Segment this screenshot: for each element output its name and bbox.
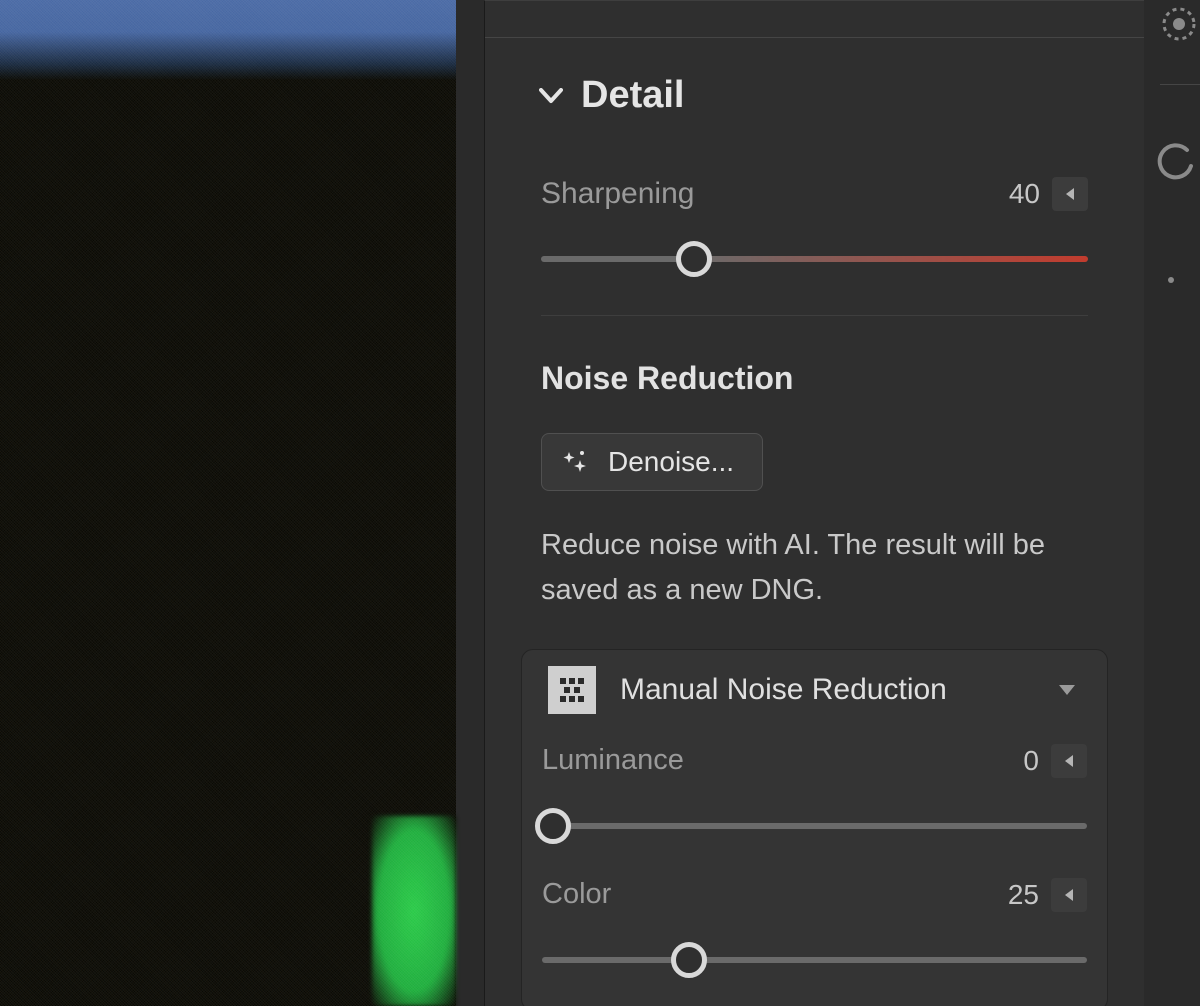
image-preview[interactable] [0,0,456,1006]
luminance-disclosure-button[interactable] [1051,744,1087,778]
sharpening-thumb[interactable] [676,241,712,277]
sparkle-icon [560,448,590,476]
triangle-left-icon [1063,753,1075,769]
luminance-thumb[interactable] [535,808,571,844]
sharpening-track [541,256,1088,262]
chevron-down-icon [539,88,563,104]
manual-expand-button[interactable] [1053,676,1081,704]
luminance-track [542,823,1087,829]
denoise-button-label: Denoise... [608,446,734,478]
masking-tool-icon[interactable] [1157,4,1197,44]
color-nr-slider[interactable] [542,942,1087,978]
noise-grid-icon [548,666,596,714]
preview-noise-overlay [0,0,456,1006]
luminance-value[interactable]: 0 [1023,745,1039,777]
triangle-left-icon [1064,186,1076,202]
denoise-button[interactable]: Denoise... [541,433,763,491]
sharpening-value[interactable]: 40 [1009,178,1040,210]
sharpening-disclosure-button[interactable] [1052,177,1088,211]
manual-noise-reduction-card: Manual Noise Reduction Luminance 0 [521,649,1108,1006]
sharpening-slider[interactable] [541,241,1088,277]
luminance-control: Luminance 0 [542,726,1087,844]
noise-reduction-header: Noise Reduction [485,316,1144,397]
toolbar-separator [1160,84,1200,85]
denoise-description: Reduce noise with AI. The result will be… [485,491,1144,613]
color-nr-track [542,957,1087,963]
sharpening-control: Sharpening 40 [485,177,1144,277]
color-nr-thumb[interactable] [671,942,707,978]
detail-panel: Detail Sharpening 40 Noise Reduction [484,0,1144,1006]
triangle-down-icon [1057,683,1077,697]
color-nr-control: Color 25 [542,844,1087,978]
manual-noise-reduction-header[interactable]: Manual Noise Reduction [542,650,1087,726]
triangle-left-icon [1063,887,1075,903]
more-tool-icon[interactable] [1157,260,1197,300]
color-nr-value[interactable]: 25 [1008,879,1039,911]
manual-noise-reduction-title: Manual Noise Reduction [620,673,1053,707]
luminance-slider[interactable] [542,808,1087,844]
panel-gutter [456,0,484,1006]
detail-section-header[interactable]: Detail [485,38,1144,117]
detail-section-title: Detail [581,74,684,117]
undo-tool-icon[interactable] [1157,140,1197,180]
color-nr-disclosure-button[interactable] [1051,878,1087,912]
luminance-label: Luminance [542,744,684,777]
color-nr-label: Color [542,878,611,911]
sharpening-label: Sharpening [541,177,694,211]
right-toolbar [1144,0,1200,1006]
